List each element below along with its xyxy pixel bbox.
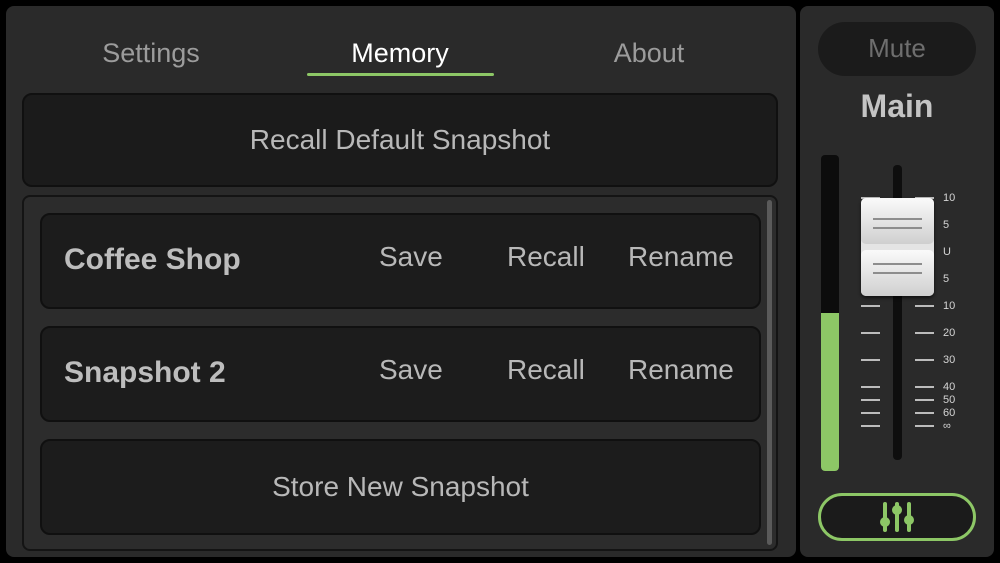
save-snapshot-button[interactable]: Save (379, 241, 443, 273)
fader-handle[interactable] (861, 198, 934, 296)
fader-tick-label: ∞ (943, 420, 951, 432)
fader-tick-label: U (943, 246, 951, 258)
snapshot-name: Snapshot 2 (64, 356, 226, 389)
level-meter (821, 155, 839, 471)
fader-tick (915, 359, 934, 361)
snapshot-row: Snapshot 2 Save Recall Rename (40, 326, 761, 422)
fader-tick (861, 305, 880, 307)
rename-snapshot-button[interactable]: Rename (628, 241, 734, 273)
fader-tick-label: 30 (943, 354, 956, 366)
active-tab-indicator (307, 73, 494, 76)
fader-tick-label: 20 (943, 327, 956, 339)
tab-settings[interactable]: Settings (56, 30, 246, 76)
fader-tick (915, 399, 934, 401)
recall-snapshot-button[interactable]: Recall (507, 241, 585, 273)
fader-tick (915, 386, 934, 388)
fader-tick (915, 332, 934, 334)
mixer-button[interactable] (818, 493, 976, 541)
fader-tick (861, 425, 880, 427)
sliders-icon (880, 502, 914, 532)
recall-default-snapshot-button[interactable]: Recall Default Snapshot (22, 93, 778, 187)
fader-tick (915, 425, 934, 427)
fader-tick-label: 10 (943, 192, 956, 204)
snapshot-name: Coffee Shop (64, 243, 241, 276)
rename-snapshot-button[interactable]: Rename (628, 354, 734, 386)
tab-memory[interactable]: Memory (305, 30, 495, 76)
mute-button[interactable]: Mute (818, 22, 976, 76)
fader-tick (915, 412, 934, 414)
recall-snapshot-button[interactable]: Recall (507, 354, 585, 386)
snapshot-row: Coffee Shop Save Recall Rename (40, 213, 761, 309)
fader-tick-label: 60 (943, 407, 956, 419)
fader-tick-label: 50 (943, 394, 956, 406)
fader-tick-label: 10 (943, 300, 956, 312)
level-meter-fill (821, 313, 839, 471)
fader-tick-label: 5 (943, 273, 950, 285)
fader-handle-lower (861, 250, 934, 296)
fader-tick (861, 412, 880, 414)
fader-tick-label: 5 (943, 219, 950, 231)
tab-about[interactable]: About (554, 30, 744, 76)
snapshot-list-scrollbar[interactable] (767, 200, 772, 545)
fader-tick (861, 399, 880, 401)
store-new-snapshot-button[interactable]: Store New Snapshot (40, 439, 761, 535)
fader-handle-upper (861, 198, 934, 244)
save-snapshot-button[interactable]: Save (379, 354, 443, 386)
fader-tick (915, 305, 934, 307)
channel-name: Main (860, 88, 934, 124)
fader-tick (861, 359, 880, 361)
fader-tick (861, 332, 880, 334)
fader-tick-label: 40 (943, 381, 956, 393)
fader-tick (861, 386, 880, 388)
